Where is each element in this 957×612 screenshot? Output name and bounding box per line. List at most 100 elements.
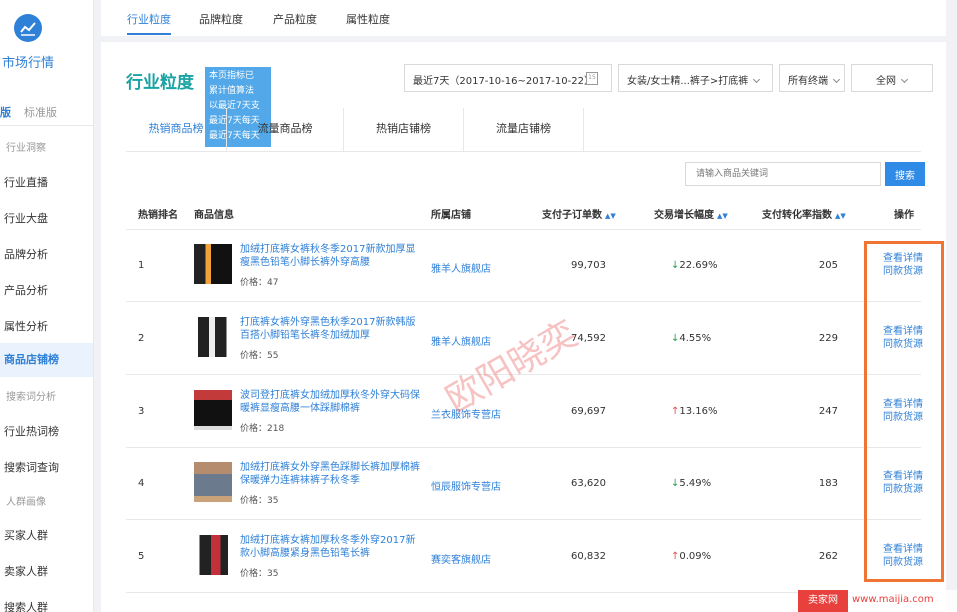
- nav-attribute-analysis[interactable]: 属性分析: [4, 318, 48, 334]
- terminal-value: 所有终端: [788, 76, 828, 87]
- brand-logo: 卖家网: [798, 590, 848, 612]
- tab-product[interactable]: 产品粒度: [273, 11, 317, 27]
- chevron-down-icon: [753, 75, 761, 84]
- product-price: 价格：55: [240, 351, 279, 361]
- product-search-input[interactable]: [685, 162, 881, 186]
- calendar-icon[interactable]: 15: [586, 72, 598, 85]
- granularity-tabs: 行业粒度 品牌粒度 产品粒度 属性粒度: [101, 0, 946, 36]
- search-button[interactable]: 搜索: [885, 162, 925, 186]
- page-title: 行业粒度: [126, 73, 194, 93]
- date-range-picker[interactable]: 最近7天（2017-10-16~2017-10-22） 15: [404, 64, 612, 92]
- chart-logo-icon: [14, 14, 42, 42]
- nav-buyer-persona[interactable]: 买家人群: [4, 527, 48, 543]
- chevron-down-icon: [832, 75, 841, 84]
- product-name-link[interactable]: 波司登打底裤女加绒加厚秋冬外穿大码保暖裤显瘦高腰一体踩脚棉裤: [240, 389, 425, 415]
- product-image[interactable]: [194, 535, 232, 575]
- table-row: 1 加绒打底裤女裤秋冬季2017新款加厚显瘦黑色铅笔小脚长裤外穿高腰 价格：47…: [126, 230, 923, 302]
- tab-traffic-shops[interactable]: 流量店铺榜: [464, 108, 584, 152]
- order-count: 60,832: [571, 551, 606, 562]
- tab-hot-products[interactable]: 热销商品榜: [126, 108, 226, 152]
- col-actions: 操作: [894, 210, 914, 221]
- col-shop: 所属店铺: [431, 210, 471, 221]
- nav-product-analysis[interactable]: 产品分析: [4, 282, 48, 298]
- tab-brand[interactable]: 品牌粒度: [199, 11, 243, 27]
- product-name-link[interactable]: 打底裤女裤外穿黑色秋季2017新款韩版百搭小脚铅笔长裤冬加绒加厚: [240, 316, 425, 342]
- product-name-link[interactable]: 加绒打底裤女外穿黑色踩脚长裤加厚棉裤保暖弹力连裤袜裤子秋冬季: [240, 461, 425, 487]
- tab-hot-shops[interactable]: 热销店铺榜: [344, 108, 464, 152]
- growth-value: 0.09%: [679, 551, 712, 562]
- nav-industry-live[interactable]: 行业直播: [4, 174, 48, 190]
- product-name-link[interactable]: 加绒打底裤女裤秋冬季2017新款加厚显瘦黑色铅笔小脚长裤外穿高腰: [240, 243, 425, 269]
- nav-search-persona[interactable]: 搜索人群: [4, 599, 48, 612]
- growth-value: 13.16%: [679, 406, 718, 417]
- growth-cell: ↓4.55%: [671, 333, 711, 344]
- conversion-index: 229: [818, 333, 838, 344]
- network-select[interactable]: 全网: [851, 64, 933, 92]
- growth-cell: ↑0.09%: [671, 551, 711, 562]
- product-price: 价格：218: [240, 424, 285, 434]
- network-value: 全网: [876, 76, 896, 87]
- table-row: 5 加绒打底裤女裤加厚秋冬季外穿2017新款小脚高腰紧身黑色铅笔长裤 价格：35…: [126, 521, 923, 593]
- sort-icon: ▲▼: [835, 212, 846, 220]
- edition-standard[interactable]: 标准版: [24, 104, 57, 120]
- product-price: 价格：35: [240, 569, 279, 579]
- growth-value: 4.55%: [679, 333, 712, 344]
- order-count: 99,703: [571, 260, 606, 271]
- site-brand: 卖家网 www.maijia.com: [798, 590, 957, 612]
- col-conversion: 支付转化率指数: [762, 210, 832, 221]
- nav-industry-overview[interactable]: 行业大盘: [4, 210, 48, 226]
- nav-hot-keywords[interactable]: 行业热词榜: [4, 423, 59, 439]
- growth-cell: ↓5.49%: [671, 478, 711, 489]
- rank-number: 4: [138, 478, 145, 489]
- col-orders: 支付子订单数: [542, 210, 602, 221]
- tooltip-line: 累计值算法: [209, 86, 255, 96]
- conversion-index: 247: [818, 406, 838, 417]
- product-image[interactable]: [194, 462, 232, 502]
- terminal-select[interactable]: 所有终端: [779, 64, 845, 92]
- edition-switch: 版 标准版: [0, 96, 93, 126]
- rank-number: 5: [138, 551, 145, 562]
- rank-number: 3: [138, 406, 145, 417]
- conversion-index: 205: [818, 260, 838, 271]
- col-product: 商品信息: [194, 210, 234, 221]
- shop-link[interactable]: 雅羊人旗舰店: [431, 333, 491, 348]
- sort-icon: ▲▼: [605, 212, 616, 220]
- col-rank: 热销排名: [138, 210, 178, 221]
- tab-industry[interactable]: 行业粒度: [127, 11, 171, 35]
- edition-pro[interactable]: 版: [0, 104, 11, 120]
- sidebar: 市场行情 版 标准版 行业洞察 行业直播 行业大盘 品牌分析 产品分析 属性分析…: [0, 0, 94, 612]
- shop-link[interactable]: 恒辰服饰专营店: [431, 478, 501, 493]
- rank-number: 2: [138, 333, 145, 344]
- shop-link[interactable]: 赛奕客旗舰店: [431, 551, 491, 566]
- col-growth-sort[interactable]: 交易增长幅度 ▲▼: [654, 206, 728, 221]
- nav-brand-analysis[interactable]: 品牌分析: [4, 246, 48, 262]
- growth-cell: ↑13.16%: [671, 406, 718, 417]
- growth-value: 5.49%: [679, 478, 712, 489]
- nav-seller-persona[interactable]: 卖家人群: [4, 563, 48, 579]
- product-image[interactable]: [194, 390, 232, 430]
- table-row: 3 波司登打底裤女加绒加厚秋冬外穿大码保暖裤显瘦高腰一体踩脚棉裤 价格：218 …: [126, 376, 923, 448]
- nav-section-industry: 行业洞察: [6, 143, 46, 154]
- col-orders-sort[interactable]: 支付子订单数 ▲▼: [542, 206, 616, 221]
- category-select[interactable]: 女装/女士精...裤子>打底裤: [618, 64, 773, 92]
- category-value: 女装/女士精...裤子>打底裤: [627, 76, 749, 87]
- product-image[interactable]: [194, 244, 232, 284]
- tab-attribute[interactable]: 属性粒度: [346, 11, 390, 27]
- product-price: 价格：47: [240, 278, 279, 288]
- conversion-index: 262: [818, 551, 838, 562]
- shop-link[interactable]: 雅羊人旗舰店: [431, 260, 491, 275]
- rank-tabs: 热销商品榜 流量商品榜 热销店铺榜 流量店铺榜: [126, 108, 921, 152]
- chevron-down-icon: [900, 75, 909, 84]
- product-image[interactable]: [194, 317, 232, 357]
- brand-url: www.maijia.com: [852, 594, 934, 605]
- tab-traffic-products[interactable]: 流量商品榜: [226, 108, 344, 152]
- nav-product-shop-rank[interactable]: 商品店铺榜: [0, 343, 93, 377]
- product-name-link[interactable]: 加绒打底裤女裤加厚秋冬季外穿2017新款小脚高腰紧身黑色铅笔长裤: [240, 534, 425, 560]
- growth-cell: ↓22.69%: [671, 260, 718, 271]
- tooltip-line: 本页指标已: [209, 71, 255, 81]
- col-conversion-sort[interactable]: 支付转化率指数 ▲▼: [762, 206, 846, 221]
- nav-section-search: 搜索词分析: [6, 392, 56, 403]
- table-header: 热销排名 商品信息 所属店铺 支付子订单数 ▲▼ 交易增长幅度 ▲▼ 支付转化率指数…: [126, 194, 921, 230]
- conversion-index: 183: [818, 478, 838, 489]
- nav-keyword-query[interactable]: 搜索词查询: [4, 459, 59, 475]
